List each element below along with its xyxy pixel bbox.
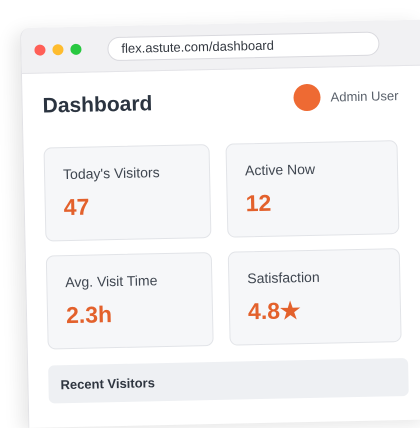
stat-label: Avg. Visit Time	[65, 272, 158, 291]
stat-label: Satisfaction	[247, 268, 320, 287]
stat-card-todays-visitors: Today's Visitors 47	[43, 144, 212, 242]
stat-card-satisfaction: Satisfaction 4.8★	[227, 248, 402, 346]
close-window-button[interactable]	[34, 44, 46, 56]
maximize-window-button[interactable]	[70, 43, 82, 55]
page-title: Dashboard	[42, 92, 153, 118]
user-name: Admin User	[330, 87, 399, 105]
browser-toolbar: flex.astute.com/dashboard	[20, 19, 420, 74]
stats-grid: Today's Visitors 47 Active Now 12 Avg. V…	[43, 140, 408, 350]
stat-label: Active Now	[244, 160, 316, 179]
avatar[interactable]	[293, 83, 321, 111]
dashboard-content: Dashboard Admin User Today's Visitors 47…	[22, 66, 420, 404]
address-bar[interactable]: flex.astute.com/dashboard	[107, 30, 380, 61]
stat-label: Today's Visitors	[62, 164, 160, 183]
stat-card-avg-visit-time: Avg. Visit Time 2.3h	[45, 252, 214, 350]
stat-card-active-now: Active Now 12	[225, 140, 400, 238]
user-menu[interactable]: Admin User	[293, 82, 399, 111]
section-title: Recent Visitors	[60, 374, 156, 392]
stat-value: 47	[63, 193, 90, 221]
stat-value: 2.3h	[65, 301, 113, 329]
browser-window: flex.astute.com/dashboard Dashboard Admi…	[20, 19, 420, 428]
recent-visitors-header: Recent Visitors	[48, 357, 409, 404]
dashboard-header: Dashboard Admin User	[42, 66, 403, 136]
stat-value: 12	[245, 189, 272, 217]
stat-value: 4.8★	[247, 297, 301, 325]
minimize-window-button[interactable]	[52, 44, 64, 56]
address-bar-url: flex.astute.com/dashboard	[121, 37, 275, 56]
